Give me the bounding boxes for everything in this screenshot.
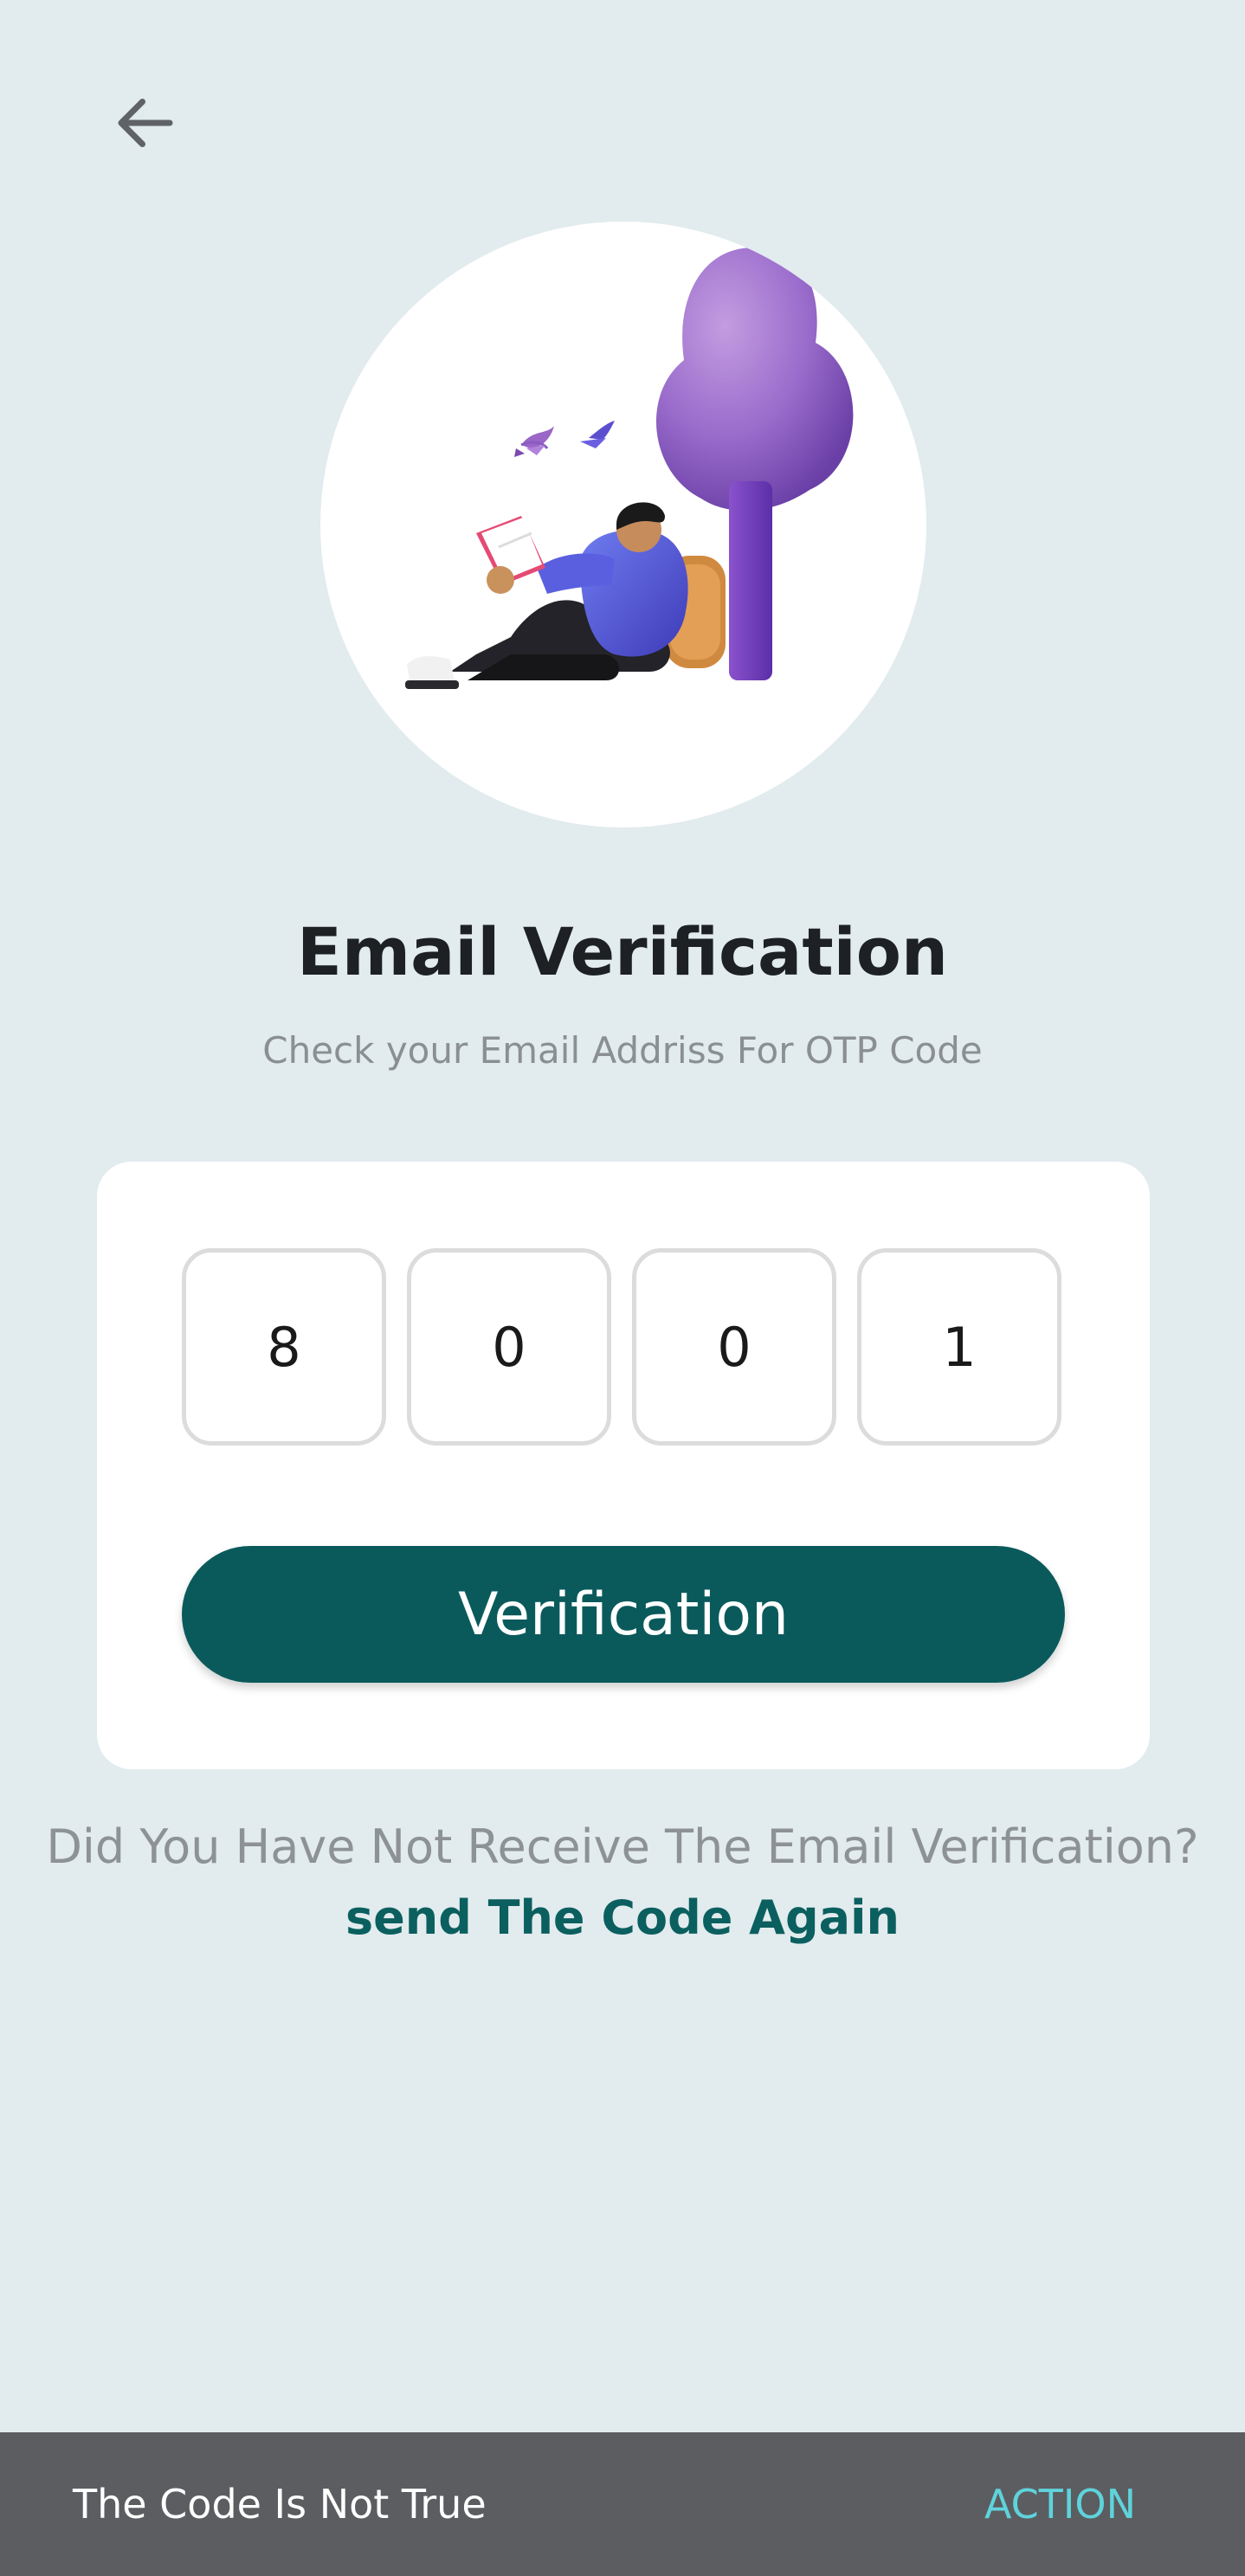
page-title: Email Verification xyxy=(296,913,949,990)
page-subtitle: Check your Email Addriss For OTP Code xyxy=(262,1029,983,1072)
resend-code-link[interactable]: send The Code Again xyxy=(0,1884,1245,1953)
snackbar-action-button[interactable]: ACTION xyxy=(984,2481,1136,2528)
verification-button[interactable]: Verification xyxy=(182,1546,1065,1683)
hero-illustration xyxy=(320,222,926,828)
person-reading-illustration xyxy=(405,248,854,689)
otp-digit-2[interactable]: 0 xyxy=(407,1248,611,1446)
otp-card: 8 0 0 1 Verification xyxy=(97,1162,1150,1769)
otp-digit-1[interactable]: 8 xyxy=(182,1248,386,1446)
otp-digit-3[interactable]: 0 xyxy=(632,1248,836,1446)
arrow-left-icon xyxy=(118,99,173,147)
otp-digit-4[interactable]: 1 xyxy=(857,1248,1061,1446)
snackbar-message: The Code Is Not True xyxy=(73,2481,487,2528)
resend-question: Did You Have Not Receive The Email Verif… xyxy=(46,1819,1199,1874)
back-button[interactable] xyxy=(102,80,189,166)
error-snackbar: The Code Is Not True ACTION xyxy=(0,2432,1245,2576)
